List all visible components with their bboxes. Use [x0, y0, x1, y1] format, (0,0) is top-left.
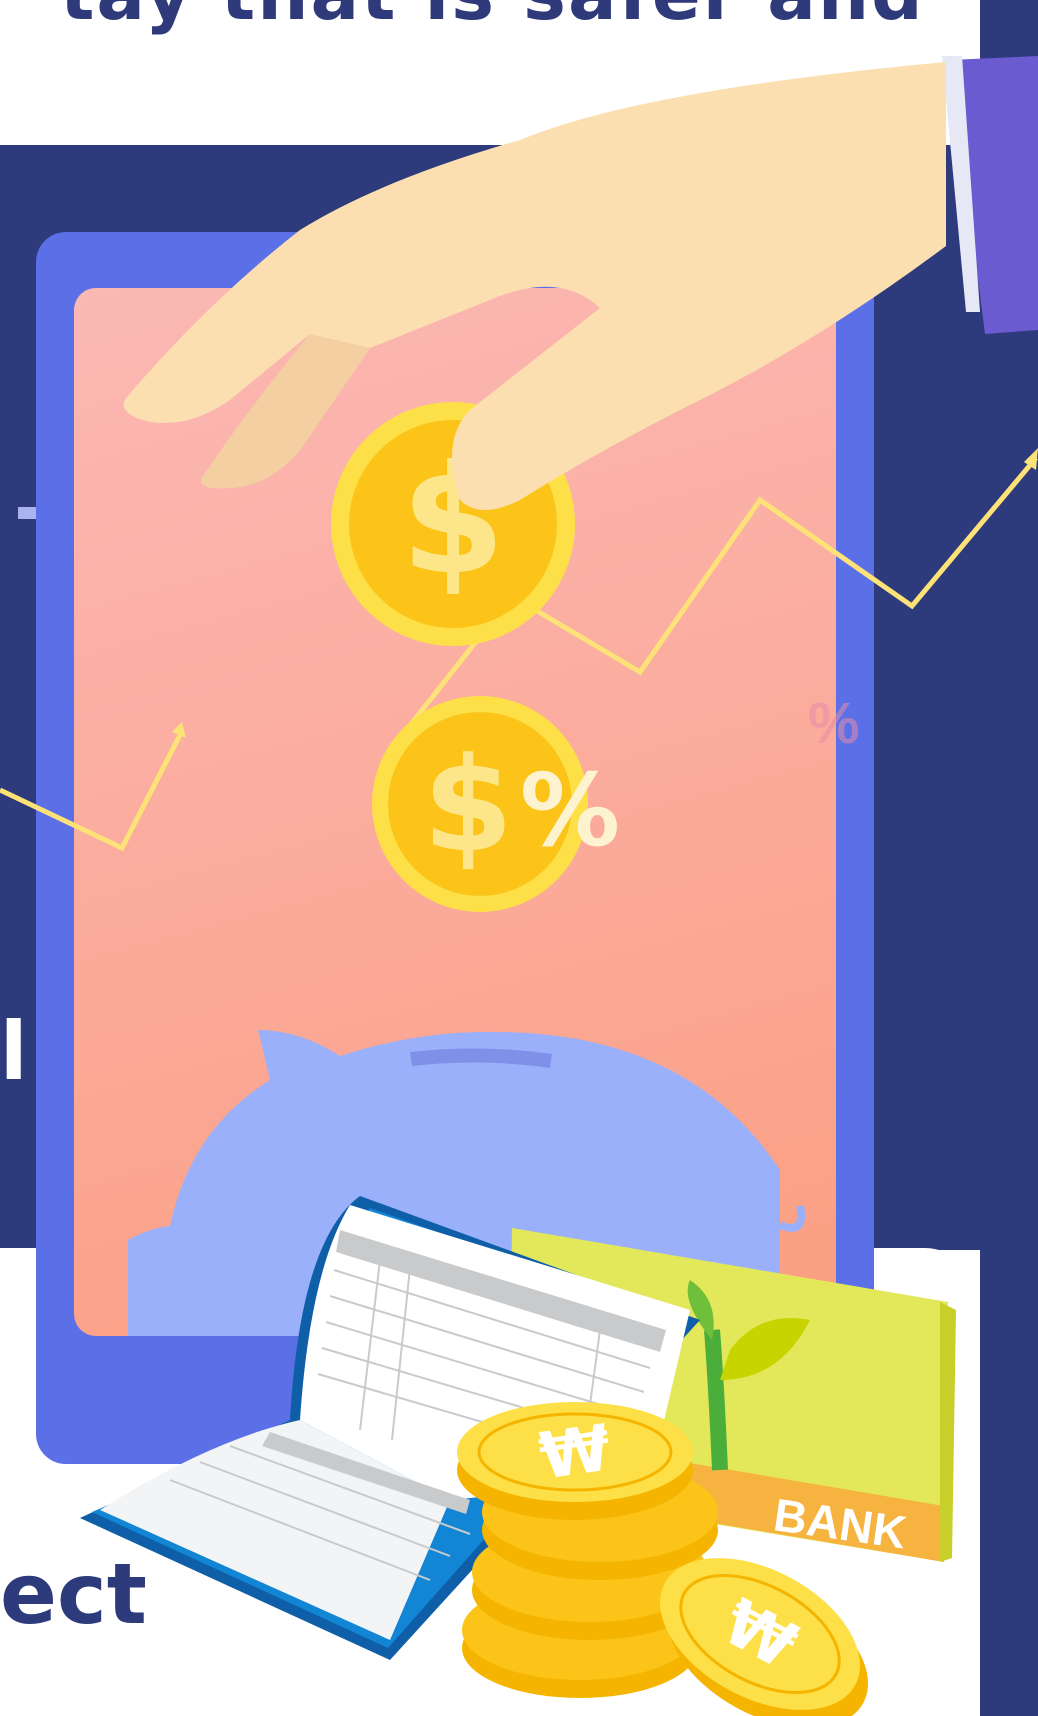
coin-percent-symbol: % — [520, 752, 620, 869]
illustration: $ $ % BANK ₩ ₩ — [0, 56, 1038, 1716]
coin-dollar-symbol: $ — [423, 729, 513, 881]
won-coin-symbol: ₩ — [535, 1411, 615, 1494]
trend-arrow-icon — [0, 722, 186, 852]
dollar-percent-coin-icon: $ % — [372, 696, 620, 912]
hand-icon — [123, 56, 1038, 510]
